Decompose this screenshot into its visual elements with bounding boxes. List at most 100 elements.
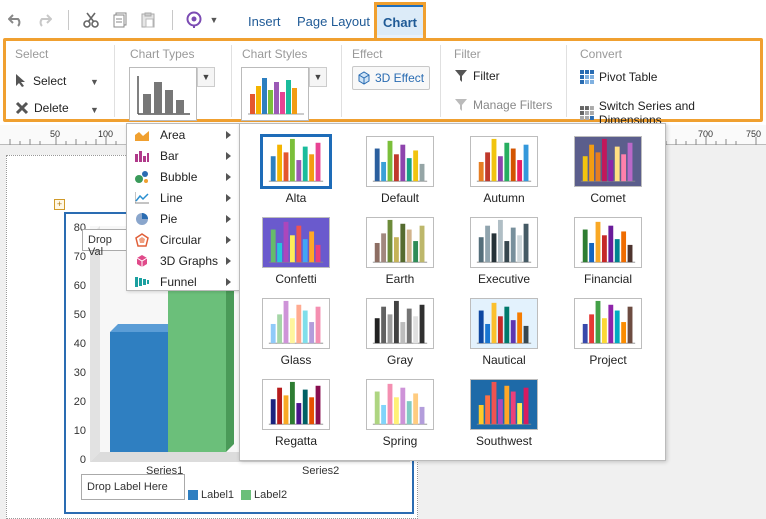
chart-style-option[interactable]: Financial — [556, 205, 660, 286]
menu-item-3d-graphs[interactable]: 3D Graphs — [127, 250, 239, 271]
menu-item-circular[interactable]: Circular — [127, 229, 239, 250]
chart-style-preview-icon — [476, 219, 532, 263]
chart-style-bar — [277, 387, 283, 425]
delete-x-icon — [15, 101, 29, 115]
chart-style-thumbnail[interactable] — [366, 298, 434, 349]
chart-style-option[interactable]: Gray — [348, 286, 452, 367]
chart-style-option[interactable]: Regatta — [244, 367, 348, 448]
chart-style-bar — [485, 225, 491, 263]
chevron-down-icon[interactable]: ▼ — [90, 77, 99, 87]
chart-style-bar — [485, 323, 491, 344]
tab-page-layout[interactable]: Page Layout — [297, 14, 370, 29]
chart-style-thumbnail[interactable] — [366, 217, 434, 268]
chevron-down-icon[interactable]: ▼ — [205, 11, 223, 29]
chart-style-bar — [406, 158, 412, 182]
menu-item-line[interactable]: Line — [127, 187, 239, 208]
chart-style-preview-icon — [268, 381, 324, 425]
chart-style-bar — [289, 381, 295, 425]
format-painter-icon[interactable] — [185, 11, 203, 29]
chart-style-option[interactable]: Alta — [244, 124, 348, 205]
drop-label-target[interactable]: Drop Label Here — [81, 474, 185, 500]
chart-style-bar — [283, 395, 289, 425]
chart-style-thumbnail[interactable] — [262, 217, 330, 268]
chart-style-bar — [393, 300, 399, 344]
chart-style-bar — [315, 142, 321, 182]
chart-style-thumbnail[interactable] — [470, 298, 538, 349]
select-button[interactable]: Select — [15, 73, 66, 88]
chart-style-thumbnail[interactable] — [262, 379, 330, 430]
chart-style-thumbnail[interactable] — [470, 217, 538, 268]
chart-style-bar — [589, 242, 595, 263]
delete-button[interactable]: Delete — [15, 101, 69, 115]
chart-styles-dropdown-arrow[interactable]: ▼ — [309, 67, 327, 87]
tab-insert[interactable]: Insert — [248, 14, 281, 29]
menu-item-pie[interactable]: Pie — [127, 208, 239, 229]
chart-style-option[interactable]: Confetti — [244, 205, 348, 286]
group-separator — [114, 45, 115, 117]
chart-types-dropdown-arrow[interactable]: ▼ — [197, 67, 215, 87]
chart-style-option[interactable]: Autumn — [452, 124, 556, 205]
chart-style-bar — [393, 237, 399, 263]
pivot-table-button[interactable]: Pivot Table — [580, 70, 657, 84]
chart-style-thumbnail[interactable] — [470, 136, 538, 187]
chart-style-option[interactable]: Comet — [556, 124, 660, 205]
y-tick: 20 — [73, 396, 86, 408]
ruler-label: 700 — [698, 129, 714, 139]
3d-effect-button[interactable]: 3D Effect — [352, 66, 430, 90]
chart-style-bar — [381, 306, 387, 344]
copy-icon[interactable] — [111, 11, 129, 29]
tab-chart[interactable]: Chart — [377, 5, 423, 35]
chart-style-thumbnail[interactable] — [470, 379, 538, 430]
chart-style-thumbnail[interactable] — [366, 136, 434, 187]
chart-style-option[interactable]: Executive — [452, 205, 556, 286]
chart-style-thumbnail[interactable] — [366, 379, 434, 430]
chart-style-thumbnail[interactable] — [574, 136, 642, 187]
chart-style-bar — [510, 148, 516, 182]
paste-icon[interactable] — [139, 11, 157, 29]
menu-item-bubble[interactable]: Bubble — [127, 166, 239, 187]
chart-style-option[interactable]: Southwest — [452, 367, 556, 448]
drop-value-target[interactable]: Drop Val — [82, 229, 130, 258]
chart-style-thumbnail[interactable] — [262, 298, 330, 349]
chart-style-bar — [302, 239, 308, 263]
chart-styles-gallery: Alta Default Autumn Comet Confetti Earth Execu… — [239, 123, 666, 461]
menu-item-funnel[interactable]: Funnel — [127, 271, 239, 292]
chart-style-option[interactable]: Nautical — [452, 286, 556, 367]
chart-style-label: Southwest — [475, 434, 533, 448]
chart-style-bar — [315, 244, 321, 263]
chart-style-option[interactable]: Spring — [348, 367, 452, 448]
cut-icon[interactable] — [82, 11, 100, 29]
manage-filters-button[interactable]: Manage Filters — [454, 98, 552, 112]
filter-button[interactable]: Filter — [454, 69, 500, 83]
chart-style-preview-icon — [580, 221, 636, 263]
chart-style-thumbnail[interactable] — [260, 134, 332, 189]
bar-chart-icon — [134, 148, 150, 164]
chart-style-preview-icon — [372, 383, 428, 425]
chart-style-option[interactable]: Glass — [244, 286, 348, 367]
chart-style-label: Comet — [590, 191, 626, 205]
chevron-down-icon[interactable]: ▼ — [90, 105, 99, 115]
chart-style-option[interactable]: Default — [348, 124, 452, 205]
chart-style-thumbnail[interactable] — [574, 217, 642, 268]
chart-style-option[interactable]: Earth — [348, 205, 452, 286]
chart-style-bar — [387, 383, 393, 425]
move-handle-icon[interactable]: + — [54, 199, 65, 210]
menu-item-bar[interactable]: Bar — [127, 145, 239, 166]
chart-types-button[interactable] — [129, 67, 197, 121]
menu-item-area[interactable]: Area — [127, 124, 239, 145]
submenu-arrow-icon — [226, 151, 231, 160]
chart-style-preview-icon — [372, 140, 428, 182]
undo-icon[interactable] — [7, 11, 25, 29]
chart-style-option[interactable]: Project — [556, 286, 660, 367]
funnel-chart-icon — [134, 274, 150, 290]
bubble-chart-icon — [134, 169, 150, 185]
chart-style-label: Financial — [583, 272, 633, 286]
chart-style-thumbnail[interactable] — [574, 298, 642, 349]
chart-style-bar — [413, 150, 419, 182]
redo-icon[interactable] — [35, 11, 53, 29]
chart-style-bar — [582, 323, 588, 344]
chart-style-label: Regatta — [274, 434, 318, 448]
chart-style-bar — [601, 235, 607, 263]
chart-styles-button[interactable] — [241, 67, 309, 121]
select-label: Select — [33, 73, 67, 88]
